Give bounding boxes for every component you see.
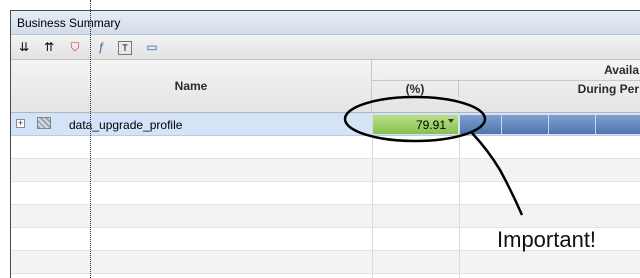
function-icon[interactable]: ƒ [92,38,110,56]
column-header-percent[interactable]: (%) [372,81,459,97]
timeline-segment [502,115,549,134]
column-header-name[interactable]: Name [11,60,372,112]
timeline-segment [549,115,596,134]
filter-icon[interactable]: ⛉ [66,38,84,56]
annotation-label: Important! [497,227,597,252]
grid-header: Name Availa (%) During Per [11,60,640,113]
availability-percent-cell[interactable]: 79.91 [372,115,458,134]
panel-toolbar: ⇊ ⇈ ⛉ ƒ T ▭ [11,35,640,60]
column-divider [459,113,460,278]
text-icon[interactable]: T [118,41,132,55]
timeline-segment [459,115,502,134]
availability-value: 79.91 [415,118,446,132]
collapse-all-icon[interactable]: ⇈ [40,38,58,56]
timeline-segment [596,115,640,134]
empty-row [11,159,640,182]
empty-row [11,205,640,228]
monitor-icon[interactable]: ▭ [143,38,161,56]
row-name: data_upgrade_profile [69,118,183,132]
panel-title: Business Summary [17,16,121,30]
table-row[interactable]: + data_upgrade_profile 79.91 [11,113,640,136]
panel-titlebar: Business Summary [11,11,640,35]
empty-row [11,251,640,274]
expand-row-icon[interactable]: + [16,119,25,128]
dropdown-triangle-icon[interactable] [448,119,454,123]
column-resize-guide [90,0,91,278]
grid-body: + data_upgrade_profile 79.91 [11,113,640,278]
expand-all-icon[interactable]: ⇊ [15,38,33,56]
business-process-icon [37,117,51,129]
column-divider [372,113,373,278]
column-header-during-period[interactable]: During Per [459,81,640,97]
empty-row [11,182,640,205]
column-group-availability: Availa [372,60,640,81]
empty-row [11,136,640,159]
